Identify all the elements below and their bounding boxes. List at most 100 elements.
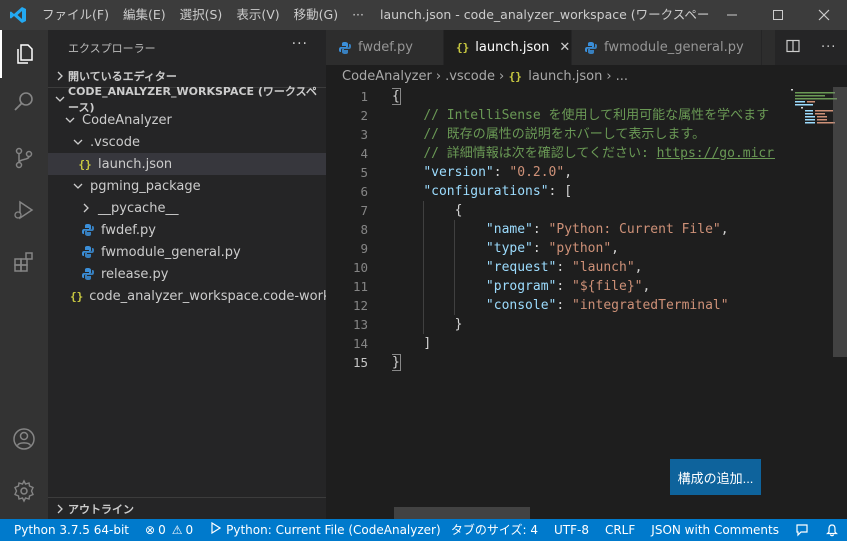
code-key: "name"	[485, 222, 533, 237]
code-line: ]	[392, 334, 775, 353]
breadcrumb-item[interactable]: .vscode	[445, 69, 495, 84]
json-file-icon: {}	[508, 69, 522, 83]
line-number: 13	[352, 317, 368, 332]
menu-selection[interactable]: 選択(S)	[173, 0, 230, 30]
extensions-icon[interactable]	[0, 238, 48, 286]
chevron-down-icon	[70, 178, 86, 194]
tree-item-fwmodule-general[interactable]: fwmodule_general.py	[48, 241, 326, 263]
run-debug-icon[interactable]	[0, 186, 48, 234]
minimize-button[interactable]	[709, 0, 755, 30]
menu-file[interactable]: ファイル(F)	[35, 0, 116, 30]
python-file-icon	[338, 41, 352, 55]
vscode-logo-icon	[0, 0, 35, 30]
code-line: "name": "Python: Current File",	[392, 220, 775, 239]
code-key: "console"	[485, 298, 557, 313]
explorer-more-actions[interactable]: ···	[292, 36, 308, 52]
code-link[interactable]: https://go.microsoft.com/fwlink/?linkid=…	[657, 146, 775, 161]
line-number: 5	[360, 165, 368, 180]
code-line: // IntelliSense を使用して利用可能な属性を学べます	[392, 106, 775, 125]
menu-view[interactable]: 表示(V)	[229, 0, 286, 30]
code-token: {	[454, 203, 463, 218]
line-number: 3	[360, 127, 368, 142]
code-content[interactable]: { // IntelliSense を使用して利用可能な属性を学べます // 既…	[392, 87, 775, 372]
code-key: "program"	[485, 279, 557, 294]
vertical-scrollbar[interactable]	[833, 87, 847, 357]
maximize-button[interactable]	[755, 0, 801, 30]
warning-icon: ⚠	[171, 523, 183, 537]
editor-tabs: fwdef.py {} launch.json ✕ fwmodule_gener…	[326, 30, 847, 65]
menu-go[interactable]: 移動(G)	[287, 0, 345, 30]
debug-config[interactable]: Python: Current File (CodeAnalyzer)	[201, 519, 449, 541]
line-number: 11	[352, 279, 368, 294]
tree-item-label: fwdef.py	[101, 222, 156, 238]
menu-more[interactable]: ···	[345, 0, 371, 30]
breadcrumb-item[interactable]: launch.json	[528, 69, 602, 84]
explorer-sidebar: エクスプローラー ··· 開いているエディター CODE_ANALYZER_WO…	[48, 30, 326, 519]
close-icon[interactable]: ✕	[559, 40, 570, 55]
tree-item-fwdef[interactable]: fwdef.py	[48, 219, 326, 241]
add-configuration-button[interactable]: 構成の追加...	[670, 459, 761, 495]
python-file-icon	[81, 267, 95, 281]
workspace-section[interactable]: CODE_ANALYZER_WORKSPACE (ワークスペース)	[48, 85, 326, 114]
search-icon[interactable]	[0, 78, 48, 126]
settings-gear-icon[interactable]	[0, 467, 48, 515]
code-line: }	[392, 315, 775, 334]
tab-label: fwmodule_general.py	[604, 40, 744, 55]
tab-size[interactable]: タブのサイズ: 4	[443, 519, 546, 541]
tree-item-label: fwmodule_general.py	[101, 244, 241, 260]
problems-indicator[interactable]: ⊗ 0 ⚠ 0	[137, 519, 201, 541]
chevron-right-icon	[52, 501, 68, 517]
json-file-icon: {}	[78, 157, 92, 171]
tree-item-label: launch.json	[98, 156, 173, 172]
feedback-icon[interactable]	[787, 523, 817, 537]
code-line: "type": "python",	[392, 239, 775, 258]
error-count: 0	[158, 523, 166, 537]
tree-item-vscode[interactable]: .vscode	[48, 131, 326, 153]
tree-item-label: release.py	[101, 266, 169, 282]
python-file-icon	[81, 223, 95, 237]
tree-item-workspace-file[interactable]: {} code_analyzer_workspace.code-worksp..…	[48, 285, 326, 307]
account-icon[interactable]	[0, 415, 48, 463]
line-number: 7	[360, 203, 368, 218]
breadcrumb-item[interactable]: ...	[616, 69, 628, 84]
tree-item-launch-json[interactable]: {} launch.json	[48, 153, 326, 175]
explorer-header: エクスプローラー ···	[48, 30, 326, 65]
python-file-icon	[81, 245, 95, 259]
tab-launch-json[interactable]: {} launch.json ✕	[444, 30, 572, 65]
code-token: ]	[423, 336, 432, 351]
source-control-icon[interactable]	[0, 134, 48, 182]
language-mode[interactable]: JSON with Comments	[643, 519, 787, 541]
close-window-button[interactable]	[801, 0, 847, 30]
line-number: 10	[352, 260, 368, 275]
split-editor-icon[interactable]	[786, 39, 800, 57]
title-bar: ファイル(F) 編集(E) 選択(S) 表示(V) 移動(G) ··· laun…	[0, 0, 847, 30]
code-key: "type"	[485, 241, 533, 256]
python-interpreter[interactable]: Python 3.7.5 64-bit	[0, 519, 137, 541]
code-key: "version"	[423, 165, 494, 180]
code-line: "configurations": [	[392, 182, 775, 201]
horizontal-scrollbar[interactable]	[394, 507, 530, 519]
explorer-title: エクスプローラー	[68, 41, 156, 55]
code-line: {	[392, 87, 775, 106]
explorer-icon[interactable]	[0, 30, 48, 78]
encoding[interactable]: UTF-8	[546, 519, 597, 541]
tab-fwmodule-general[interactable]: fwmodule_general.py	[572, 30, 762, 65]
code-comment: // IntelliSense を使用して利用可能な属性を学べます	[423, 108, 770, 123]
tree-item-label: code_analyzer_workspace.code-worksp...	[89, 288, 326, 304]
window-title: launch.json - code_analyzer_workspace (ワ…	[380, 7, 710, 22]
breadcrumb-item[interactable]: CodeAnalyzer	[342, 69, 432, 84]
menu-edit[interactable]: 編集(E)	[116, 0, 173, 30]
notifications-bell-icon[interactable]	[817, 523, 847, 537]
python-file-icon	[584, 41, 598, 55]
tree-item-release[interactable]: release.py	[48, 263, 326, 285]
end-of-line[interactable]: CRLF	[597, 519, 643, 541]
tree-item-label: pgming_package	[90, 178, 201, 194]
tree-item-pycache[interactable]: __pycache__	[48, 197, 326, 219]
more-actions-icon[interactable]: ···	[821, 40, 836, 55]
tree-item-pgming-package[interactable]: pgming_package	[48, 175, 326, 197]
code-editor[interactable]: 1 2 3 4 5 6 7 8 9 10 11 12 13 14 15 { //…	[326, 87, 847, 519]
code-line: }	[392, 353, 775, 372]
tab-fwdef[interactable]: fwdef.py	[326, 30, 444, 65]
code-token: : [	[548, 184, 573, 199]
outline-section[interactable]: アウトライン	[48, 497, 326, 519]
